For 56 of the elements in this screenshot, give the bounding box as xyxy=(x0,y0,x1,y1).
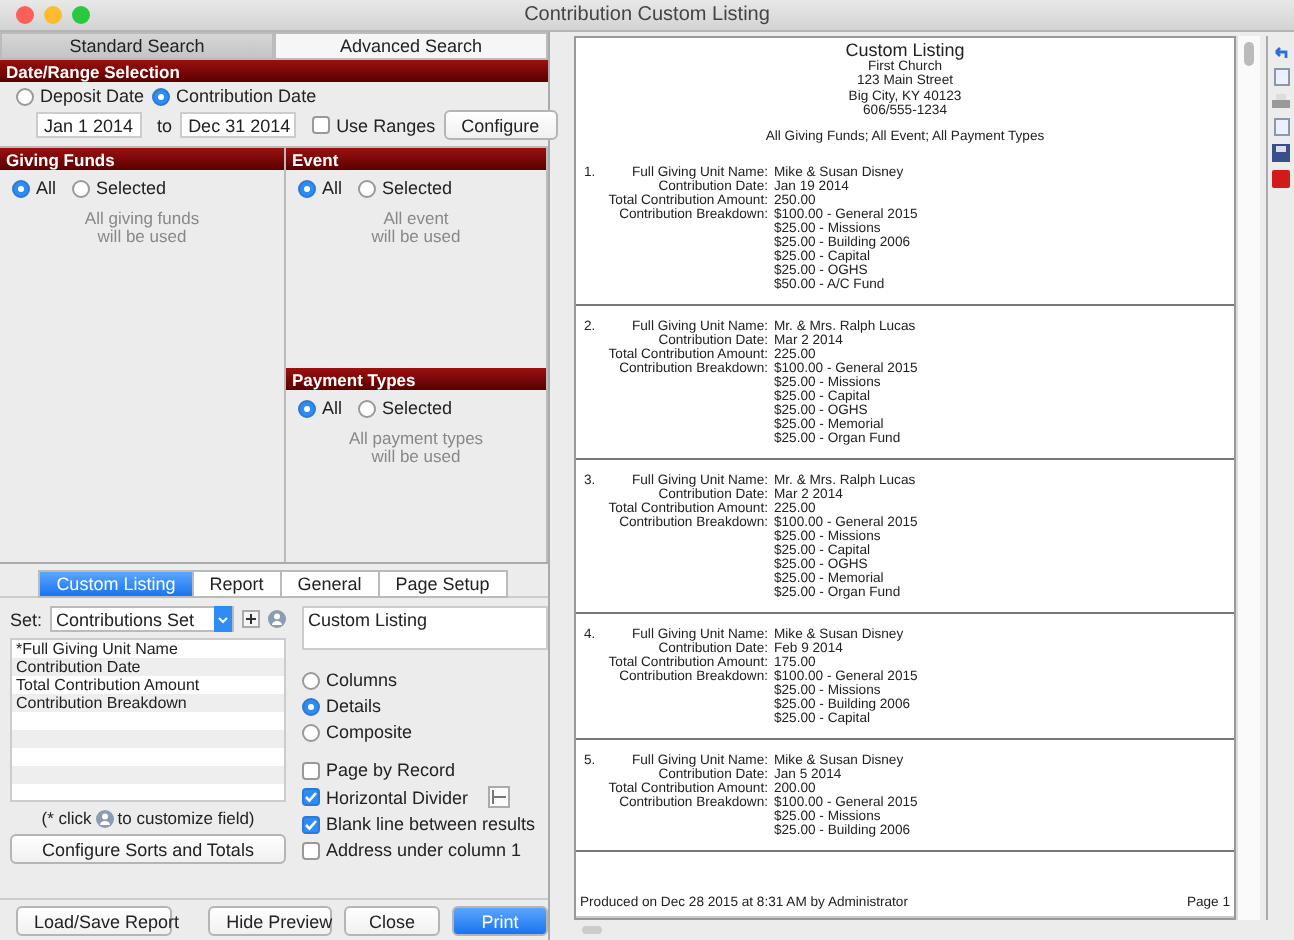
zoom-button[interactable] xyxy=(72,6,90,24)
radio-button[interactable]: Selected xyxy=(358,398,453,418)
configure-button[interactable]: Configure xyxy=(443,110,558,140)
tab[interactable]: Report xyxy=(191,570,282,598)
info-text: All giving funds will be used xyxy=(82,206,202,246)
hint-text: (* click xyxy=(41,808,92,828)
hint-text: to customize field) xyxy=(117,808,255,828)
checkbox[interactable]: Use Ranges xyxy=(312,115,436,135)
person-icon[interactable] xyxy=(268,610,286,628)
tab[interactable]: General xyxy=(279,570,380,598)
section-header: Giving Funds xyxy=(0,148,284,170)
report-title: Custom Listing xyxy=(845,40,965,60)
date-field[interactable]: Jan 1 2014 xyxy=(36,112,142,138)
divider-style-button[interactable] xyxy=(488,786,511,808)
action-button[interactable]: Close xyxy=(344,906,440,936)
radio-button[interactable]: Selected xyxy=(72,178,167,198)
radio-button[interactable]: Details xyxy=(302,696,548,716)
tab[interactable]: Advanced Search xyxy=(274,32,548,60)
save-icon[interactable] xyxy=(1272,144,1290,162)
info-text: All event will be used xyxy=(369,206,463,246)
radio-button[interactable]: Contribution Date xyxy=(152,86,317,106)
radio-button[interactable]: Columns xyxy=(302,670,548,690)
document-icon[interactable] xyxy=(1273,68,1289,86)
checkbox[interactable]: Address under column 1 xyxy=(302,840,522,860)
section-header: Event xyxy=(286,148,546,170)
radio-button[interactable]: Selected xyxy=(358,178,453,198)
tab[interactable]: Standard Search xyxy=(0,32,274,60)
configure-sorts-button[interactable]: Configure Sorts and Totals xyxy=(10,834,286,864)
checkbox[interactable]: Horizontal Divider xyxy=(302,787,469,807)
radio-button[interactable]: Composite xyxy=(302,722,548,742)
set-dropdown[interactable]: Contributions Set xyxy=(50,606,234,632)
radio-button[interactable]: Deposit Date xyxy=(16,86,145,106)
undo-icon[interactable] xyxy=(1272,44,1290,60)
printer-icon[interactable] xyxy=(1272,94,1290,110)
radio-button[interactable]: All xyxy=(298,398,343,418)
window-title: Contribution Custom Listing xyxy=(524,4,770,26)
label: Set: xyxy=(10,609,43,629)
chevron-icon xyxy=(218,615,228,623)
action-button[interactable]: Hide Preview xyxy=(208,906,332,936)
radio-button[interactable]: All xyxy=(298,178,343,198)
document-icon[interactable] xyxy=(1273,118,1289,136)
add-button[interactable] xyxy=(242,610,260,628)
checkbox[interactable]: Page by Record xyxy=(302,760,456,780)
person-icon[interactable] xyxy=(95,809,114,827)
date-field[interactable]: Dec 31 2014 xyxy=(180,112,297,138)
tab[interactable]: Page Setup xyxy=(377,570,508,598)
info-text: All payment types will be used xyxy=(346,426,486,466)
minimize-button[interactable] xyxy=(44,6,62,24)
radio-button[interactable]: All xyxy=(12,178,57,198)
vertical-scrollbar[interactable] xyxy=(1236,36,1260,920)
title-field[interactable]: Custom Listing xyxy=(302,606,548,650)
section-header: Payment Types xyxy=(286,368,546,390)
section-header: Date/Range Selection xyxy=(0,60,548,82)
close-button[interactable] xyxy=(16,6,34,24)
checkbox[interactable]: Blank line between results xyxy=(302,814,536,834)
label: to xyxy=(157,115,173,135)
